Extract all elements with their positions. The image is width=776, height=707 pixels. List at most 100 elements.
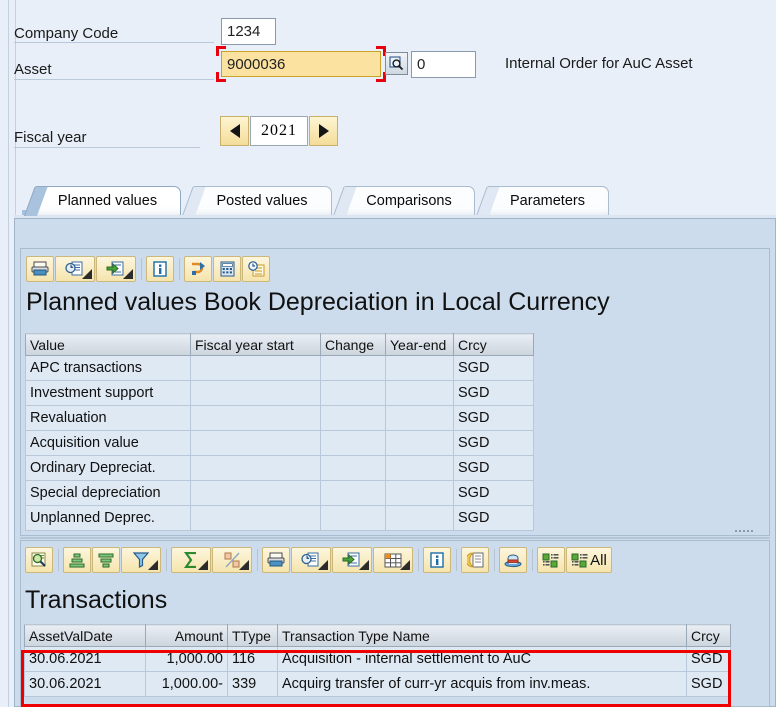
dropdown-caret-icon[interactable] [148,560,158,570]
cell-fiscal-year-start[interactable] [190,405,321,431]
cell-asset-val-date[interactable]: 30.06.2021 [24,646,146,672]
table-row[interactable]: Revaluation SGD [25,405,534,431]
dropdown-caret-icon[interactable] [123,269,133,279]
cell-year-end[interactable] [385,505,454,531]
cell-ttype[interactable]: 339 [227,671,278,697]
col-value[interactable]: Value [25,333,191,356]
cell-fiscal-year-start[interactable] [190,430,321,456]
col-fiscal-year-start[interactable]: Fiscal year start [190,333,321,356]
col-amount[interactable]: Amount [145,624,228,647]
cell-change[interactable] [320,380,386,406]
cell-value[interactable]: Unplanned Deprec. [25,505,191,531]
col-asset-val-date[interactable]: AssetValDate [24,624,146,647]
history-icon[interactable] [242,256,270,282]
tab-planned-values[interactable]: Planned values [24,186,181,216]
tab-parameters[interactable]: Parameters [476,186,609,216]
tab-comparisons[interactable]: Comparisons [333,186,475,216]
dropdown-caret-icon[interactable] [239,560,249,570]
cell-year-end[interactable] [385,480,454,506]
cell-year-end[interactable] [385,405,454,431]
cell-value[interactable]: Revaluation [25,405,191,431]
cell-value[interactable]: Investment support [25,380,191,406]
cell-asset-val-date[interactable]: 30.06.2021 [24,671,146,697]
asset-subnumber-input[interactable] [411,51,476,78]
cell-fiscal-year-start[interactable] [190,505,321,531]
sort-descending-icon[interactable] [92,547,120,573]
cell-change[interactable] [320,405,386,431]
cell-change[interactable] [320,480,386,506]
cell-crcy[interactable]: SGD [686,671,731,697]
table-row[interactable]: Investment support SGD [25,380,534,406]
dropdown-caret-icon[interactable] [400,560,410,570]
cell-value[interactable]: Ordinary Depreciat. [25,455,191,481]
export-icon[interactable] [96,256,136,282]
select-all-icon[interactable]: All [566,547,612,573]
filter-icon[interactable] [121,547,161,573]
planned-panel-resize-grip[interactable] [735,530,753,532]
dropdown-caret-icon[interactable] [198,560,208,570]
cell-crcy[interactable]: SGD [686,646,731,672]
cell-value[interactable]: APC transactions [25,355,191,381]
cell-ttype[interactable]: 116 [227,646,278,672]
fiscal-year-input[interactable] [250,116,308,146]
col-ttype[interactable]: TType [227,624,278,647]
table-row[interactable]: 30.06.2021 1,000.00 116 Acquisition - in… [24,646,731,672]
print-preview-icon[interactable] [291,547,331,573]
export-icon[interactable] [332,547,372,573]
tab-posted-values[interactable]: Posted values [182,186,332,216]
panel-splitter[interactable] [20,537,770,539]
call-up-icon[interactable] [184,256,212,282]
dropdown-caret-icon[interactable] [82,269,92,279]
select-all-detail-icon[interactable] [537,547,565,573]
cell-change[interactable] [320,430,386,456]
col-change[interactable]: Change [320,333,386,356]
print-icon[interactable] [26,256,54,282]
cell-year-end[interactable] [385,455,454,481]
cell-crcy[interactable]: SGD [453,505,534,531]
calculator-icon[interactable] [213,256,241,282]
cell-crcy[interactable]: SGD [453,355,534,381]
cell-value[interactable]: Acquisition value [25,430,191,456]
info-icon[interactable] [423,547,451,573]
table-row[interactable]: Ordinary Depreciat. SGD [25,455,534,481]
table-row[interactable]: Acquisition value SGD [25,430,534,456]
cell-crcy[interactable]: SGD [453,480,534,506]
cell-year-end[interactable] [385,430,454,456]
col-transaction-type-name[interactable]: Transaction Type Name [277,624,687,647]
cell-year-end[interactable] [385,380,454,406]
table-row[interactable]: 30.06.2021 1,000.00- 339 Acquirg transfe… [24,671,731,697]
table-row[interactable]: APC transactions SGD [25,355,534,381]
company-code-input[interactable] [221,18,276,45]
table-row[interactable]: Special depreciation SGD [25,480,534,506]
cell-amount[interactable]: 1,000.00 [145,646,228,672]
dropdown-caret-icon[interactable] [359,560,369,570]
fiscal-year-previous-button[interactable] [220,116,249,146]
cell-crcy[interactable]: SGD [453,405,534,431]
graphic-icon[interactable] [499,547,527,573]
cell-crcy[interactable]: SGD [453,380,534,406]
cell-amount[interactable]: 1,000.00- [145,671,228,697]
cell-value[interactable]: Special depreciation [25,480,191,506]
select-layout-icon[interactable] [461,547,489,573]
print-preview-icon[interactable] [55,256,95,282]
cell-fiscal-year-start[interactable] [190,380,321,406]
asset-input[interactable] [221,51,381,77]
dropdown-caret-icon[interactable] [318,560,328,570]
cell-transaction-type-name[interactable]: Acquirg transfer of curr-yr acquis from … [277,671,687,697]
cell-change[interactable] [320,505,386,531]
col-crcy[interactable]: Crcy [686,624,731,647]
sort-ascending-icon[interactable] [63,547,91,573]
cell-fiscal-year-start[interactable] [190,455,321,481]
cell-year-end[interactable] [385,355,454,381]
layout-icon[interactable] [373,547,413,573]
fiscal-year-next-button[interactable] [309,116,338,146]
details-magnifier-icon[interactable] [25,547,53,573]
cell-crcy[interactable]: SGD [453,430,534,456]
search-help-icon[interactable] [385,52,408,75]
info-icon[interactable] [146,256,174,282]
cell-transaction-type-name[interactable]: Acquisition - internal settlement to AuC [277,646,687,672]
cell-change[interactable] [320,355,386,381]
col-year-end[interactable]: Year-end [385,333,454,356]
cell-crcy[interactable]: SGD [453,455,534,481]
subtotal-icon[interactable] [212,547,252,573]
